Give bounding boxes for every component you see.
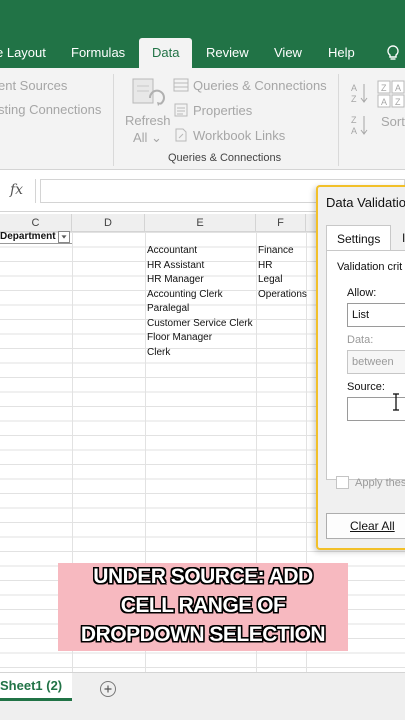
workbook-links-button[interactable]: Workbook Links	[193, 128, 285, 143]
column-header-e[interactable]: E	[145, 214, 256, 232]
sort-descending-icon[interactable]: Z A	[351, 114, 369, 136]
insert-function-button[interactable]: fx	[0, 179, 36, 203]
cell-e[interactable]: Clerk	[147, 346, 170, 360]
tab-formulas[interactable]: Formulas	[71, 38, 125, 68]
sort-button[interactable]: Sort	[381, 114, 405, 129]
sheet-tab-active[interactable]: Sheet1 (2)	[0, 673, 72, 701]
caption-line: DROPDOWN SELECTION	[80, 623, 326, 646]
refresh-all-label[interactable]: Refresh	[125, 113, 171, 128]
workbook-links-icon	[175, 128, 187, 142]
validation-criteria-label: Validation crit	[337, 261, 403, 273]
filter-dropdown-icon[interactable]	[58, 231, 70, 243]
caption-line: UNDER SOURCE: ADD	[93, 565, 313, 588]
svg-text:Z: Z	[395, 97, 401, 107]
column-header-f[interactable]: F	[256, 214, 306, 232]
apply-changes-checkbox[interactable]	[336, 476, 349, 489]
clear-all-label: Clear All	[350, 519, 395, 533]
refresh-all-dropdown[interactable]: All ⌄	[133, 130, 162, 146]
cell-e[interactable]: Paralegal	[147, 302, 189, 316]
ribbon-tab-bar: e Layout Formulas Data Review View Help	[0, 38, 405, 68]
svg-text:A: A	[351, 126, 357, 136]
data-select[interactable]: between	[347, 350, 405, 374]
ribbon: ent Sources sting Connections Refresh Al…	[0, 68, 405, 170]
svg-text:Z: Z	[351, 115, 357, 125]
svg-text:A: A	[381, 97, 387, 107]
settings-panel: Validation crit Allow: List Data: betwee…	[326, 250, 405, 480]
queries-connections-button[interactable]: Queries & Connections	[193, 78, 327, 93]
tab-review[interactable]: Review	[206, 38, 249, 68]
cell-f[interactable]: Operations	[258, 288, 307, 302]
sort-dialog-icon[interactable]: Z A A Z	[377, 80, 405, 108]
caption-line: CELL RANGE OF	[120, 594, 286, 617]
sheet-tab-bar: Sheet1 (2)	[0, 672, 405, 720]
ribbon-separator	[338, 74, 339, 166]
title-bar	[0, 0, 405, 38]
fx-icon: fx	[10, 182, 24, 198]
svg-text:Z: Z	[381, 83, 387, 93]
queries-connections-icon	[173, 78, 189, 92]
svg-text:A: A	[351, 83, 357, 93]
recent-sources-button[interactable]: ent Sources	[0, 78, 67, 93]
ribbon-separator	[113, 74, 114, 166]
lightbulb-icon[interactable]	[384, 44, 402, 62]
svg-text:A: A	[395, 83, 401, 93]
add-sheet-icon[interactable]	[100, 681, 116, 697]
sort-ascending-icon[interactable]: A Z	[351, 82, 369, 104]
cell-f[interactable]: Legal	[258, 273, 282, 287]
tab-page-layout[interactable]: e Layout	[0, 38, 46, 68]
apply-changes-label: Apply thes	[355, 477, 405, 489]
source-label: Source:	[347, 381, 385, 393]
text-cursor-icon	[393, 393, 399, 411]
refresh-all-icon	[132, 78, 165, 106]
properties-button[interactable]: Properties	[193, 103, 252, 118]
tab-data[interactable]: Data	[139, 38, 193, 68]
svg-text:Z: Z	[351, 94, 357, 104]
data-label: Data:	[347, 334, 374, 346]
dialog-tabs: Settings In	[318, 225, 405, 251]
queries-group-label: Queries & Connections	[168, 152, 282, 164]
tab-help[interactable]: Help	[328, 38, 355, 68]
allow-select[interactable]: List	[347, 303, 405, 327]
cell-e[interactable]: Floor Manager	[147, 331, 212, 345]
tab-settings[interactable]: Settings	[326, 225, 392, 251]
allow-label: Allow:	[347, 287, 377, 299]
dialog-title: Data Validatio	[326, 195, 405, 210]
cell-e[interactable]: HR Assistant	[147, 259, 204, 273]
cell-e[interactable]: Customer Service Clerk	[147, 317, 253, 331]
data-validation-dialog: Data Validatio Settings In Validation cr…	[316, 185, 405, 550]
caption-banner: UNDER SOURCE: ADD CELL RANGE OF DROPDOWN…	[58, 563, 348, 651]
cell-e[interactable]: Accounting Clerk	[147, 288, 223, 302]
tab-view[interactable]: View	[274, 38, 302, 68]
existing-connections-button[interactable]: sting Connections	[0, 102, 101, 117]
column-header-d[interactable]: D	[72, 214, 145, 232]
clear-all-button[interactable]: Clear All	[326, 513, 405, 539]
cell-f[interactable]: Finance	[258, 244, 294, 258]
cell-e[interactable]: Accountant	[147, 244, 197, 258]
properties-icon	[174, 103, 188, 117]
cell-e[interactable]: HR Manager	[147, 273, 204, 287]
cell-f[interactable]: HR	[258, 259, 272, 273]
